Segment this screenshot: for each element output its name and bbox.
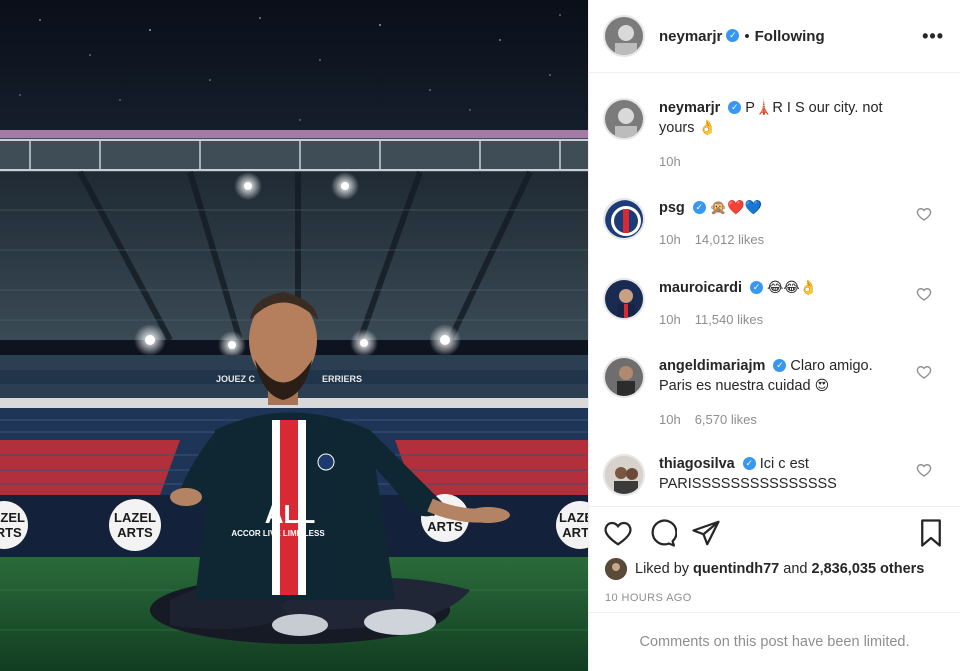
ok-hand-icon: 👌 (698, 120, 716, 136)
heart-eyes-icon: 😍 (814, 378, 830, 394)
comment-username[interactable]: thiagosilva (659, 456, 735, 472)
comment-time: 10h (659, 412, 681, 427)
avatar[interactable] (603, 454, 645, 496)
eiffel-tower-icon: 🗼 (754, 100, 773, 116)
separator-dot: • (744, 27, 750, 45)
stadium-banner-right: ERRIERS (322, 374, 362, 384)
comment-likes[interactable]: 14,012 likes (695, 232, 764, 247)
comment-likes[interactable]: 11,540 likes (695, 312, 763, 327)
post-actions (589, 506, 960, 558)
post-image[interactable]: JOUEZ C ERRIERS LAZEL ARTS LAZEL ARTS LA… (0, 0, 588, 671)
liked-by-row: Liked by quentindh77 and 2,836,035 other… (605, 558, 946, 580)
like-heart-icon[interactable] (603, 518, 633, 548)
like-comment-icon[interactable] (916, 286, 932, 302)
more-options-icon[interactable]: ••• (922, 26, 944, 47)
avatar[interactable] (603, 98, 645, 140)
avatar[interactable] (603, 356, 645, 398)
comment-time: 10h (659, 312, 681, 327)
comment-time: 10h (659, 232, 681, 247)
post-author-username[interactable]: neymarjr (659, 28, 722, 45)
ad-board-text: ARTS (0, 525, 22, 540)
verified-badge-icon: ✓ (773, 358, 787, 372)
like-comment-icon[interactable] (916, 364, 932, 380)
post-timestamp[interactable]: 10 HOURS AGO (605, 592, 692, 604)
following-button[interactable]: Following (755, 28, 825, 45)
comment-item: thiagosilva ✓ Ici c est PARISSSSSSSSSSSSS… (603, 454, 946, 496)
caption: neymarjr ✓ P🗼R I S our city. not yours 👌 1… (603, 98, 946, 172)
comment-text: PARISSSSSSSSSSSSSSS (659, 476, 837, 492)
comment-text: Claro amigo. (790, 358, 873, 374)
liked-by-conj: and (783, 561, 808, 577)
bookmark-icon[interactable] (916, 518, 946, 548)
avatar[interactable] (603, 15, 645, 57)
comment-username[interactable]: psg (659, 200, 685, 216)
comment-bubble-icon[interactable] (647, 518, 677, 548)
verified-badge-icon: ✓ (728, 100, 742, 114)
verified-badge-icon: ✓ (692, 200, 706, 214)
post-header: neymarjr ✓ • Following ••• (589, 0, 960, 73)
comment-text: 🙊❤️💙 (709, 200, 763, 216)
ad-board-text: ARTS (117, 525, 153, 540)
comments-limited-notice: Comments on this post have been limited. (589, 612, 960, 671)
shirt-sponsor-sub: ACCOR LIVE LIMITLESS (231, 529, 325, 538)
avatar[interactable] (603, 198, 645, 240)
comment-item: mauroicardi ✓ 😂😂👌 10h 11,540 likes (603, 278, 946, 330)
comment-item: angeldimariajm ✓ Claro amigo. Paris es nu… (603, 356, 946, 430)
liked-by-prefix: Liked by (635, 561, 690, 577)
verified-badge-icon: ✓ (726, 28, 740, 42)
comment-text: Paris es nuestra cuidad (659, 378, 811, 394)
post-sidebar: neymarjr ✓ • Following ••• neymarjr ✓ P🗼R… (588, 0, 960, 671)
comment-username[interactable]: mauroicardi (659, 280, 742, 296)
comment-text: 😂😂👌 (767, 280, 818, 296)
likes-count[interactable]: 2,836,035 others (812, 561, 925, 577)
ad-board-text: LAZEL (559, 510, 588, 525)
like-comment-icon[interactable] (916, 462, 932, 478)
liked-by-user[interactable]: quentindh77 (693, 561, 779, 577)
avatar[interactable] (605, 558, 627, 580)
verified-badge-icon: ✓ (750, 280, 763, 294)
like-comment-icon[interactable] (916, 206, 932, 222)
comment-time: 10h (659, 154, 681, 169)
ad-board-text: LAZEL (0, 510, 25, 525)
share-icon[interactable] (691, 518, 721, 548)
shirt-sponsor: ALL (265, 499, 316, 529)
comment-likes[interactable]: 6,570 likes (695, 412, 757, 427)
ad-board-text: ARTS (427, 519, 463, 534)
comment-text: Ici c est (759, 456, 809, 472)
ad-board-text: ARTS (562, 525, 588, 540)
ad-board-text: LAZEL (114, 510, 156, 525)
comments-list: neymarjr ✓ P🗼R I S our city. not yours 👌 1… (589, 74, 960, 506)
comment-item: psg ✓ 🙊❤️💙 10h 14,012 likes (603, 198, 946, 250)
comment-username[interactable]: angeldimariajm (659, 358, 765, 374)
verified-badge-icon: ✓ (742, 456, 756, 470)
stadium-banner-left: JOUEZ C (216, 374, 256, 384)
comment-username[interactable]: neymarjr (659, 100, 720, 116)
avatar[interactable] (603, 278, 645, 320)
